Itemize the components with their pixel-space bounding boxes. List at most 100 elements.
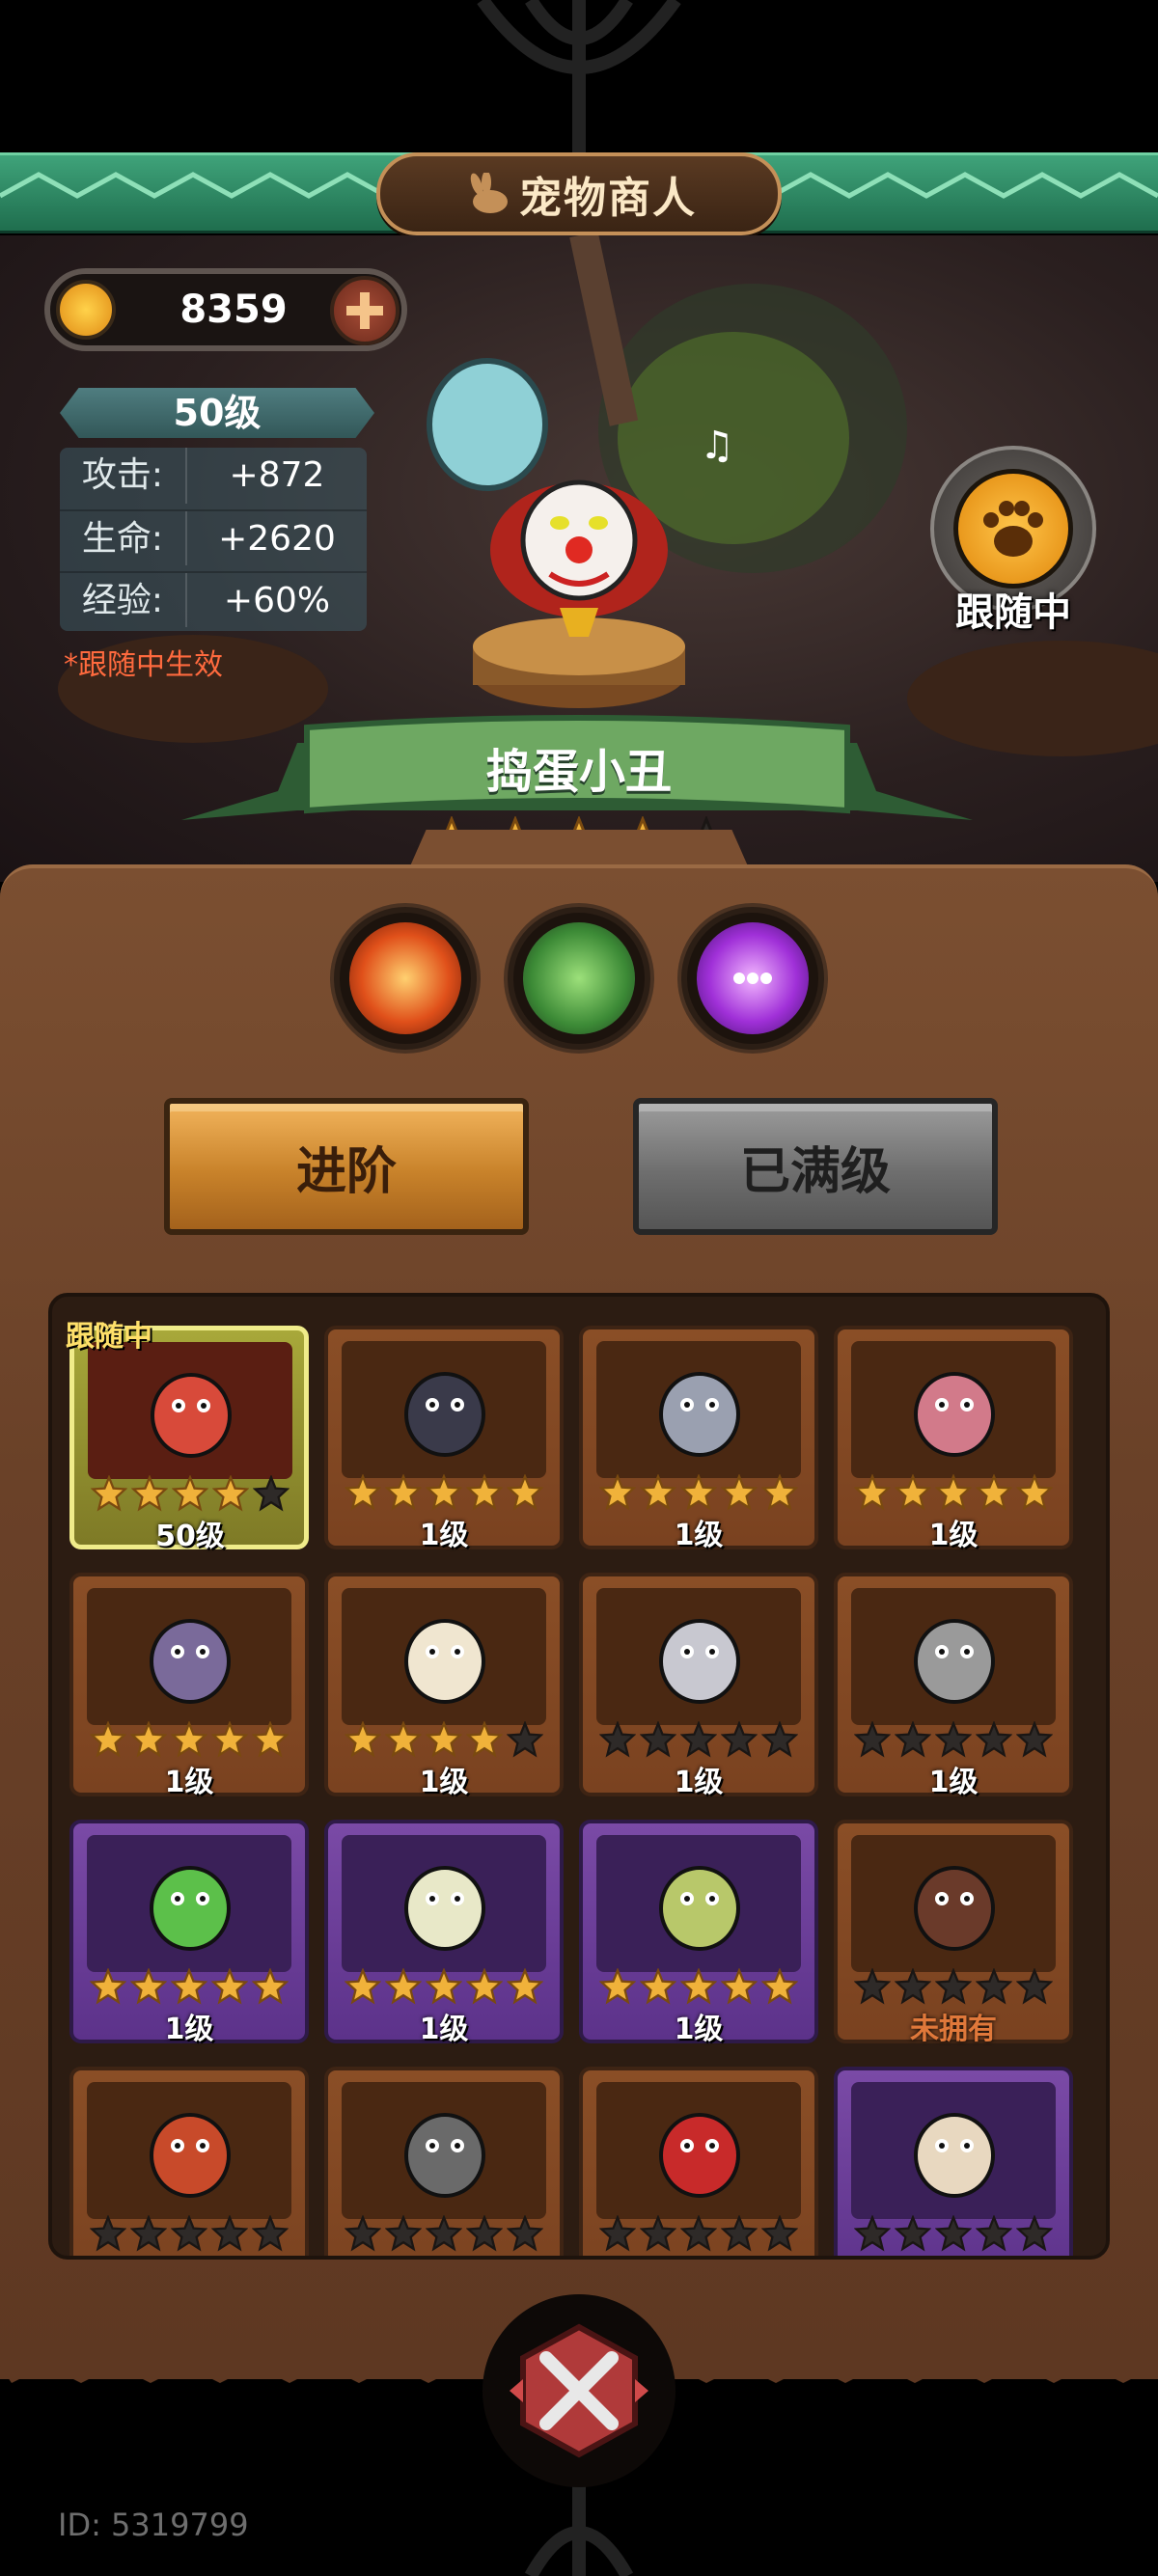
pet-card-level: 1级 (674, 1766, 724, 1799)
pet-card-level: 1级 (674, 2013, 724, 2046)
star-empty-icon (171, 2215, 207, 2252)
pet-card-stars (593, 1721, 805, 1760)
pet-card-masked-knight-pet[interactable]: 1级 (69, 1573, 309, 1799)
pet-card-level: 未拥有 (910, 2013, 997, 2046)
star-filled-icon (640, 1474, 676, 1511)
star-empty-icon (507, 1721, 543, 1758)
pet-card-crow-pet[interactable]: 1级 (324, 1326, 564, 1552)
star-filled-icon (211, 1721, 248, 1758)
star-filled-icon (345, 1968, 381, 2005)
pet-card-stars (593, 1968, 805, 2007)
pet-card-chicken-pet[interactable]: 未拥有 (834, 2067, 1073, 2256)
star-filled-icon (640, 1968, 676, 2005)
pet-card-ronin-goose-pet[interactable]: 1级 (324, 1573, 564, 1799)
pet-card-stars (847, 1474, 1060, 1513)
star-empty-icon (253, 1475, 290, 1512)
star-filled-icon (211, 1968, 248, 2005)
pet-card-stars (338, 1968, 550, 2007)
add-coins-button[interactable] (330, 276, 400, 345)
follow-status-label: 跟随中 (955, 590, 1071, 635)
star-empty-icon (507, 2215, 543, 2252)
star-filled-icon (680, 1968, 717, 2005)
star-empty-icon (935, 1968, 972, 2005)
pet-card-level: 未拥有 (328, 2252, 560, 2256)
green-frog-pet-portrait (150, 1866, 231, 1951)
star-empty-icon (130, 2215, 167, 2252)
star-empty-icon (599, 2215, 636, 2252)
pet-card-level: 1级 (419, 1766, 469, 1799)
pet-card-robot-spider-pet[interactable]: 1级 (579, 1326, 818, 1552)
max-level-button[interactable]: 已满级 (633, 1098, 998, 1235)
coin-amount: 8359 (179, 288, 288, 332)
pet-card-clown-pet[interactable]: 50级 (69, 1326, 309, 1553)
star-filled-icon (212, 1475, 249, 1512)
pet-card-level: 1级 (419, 2013, 469, 2046)
pet-card-daruma-pet[interactable]: 未拥有 (579, 2067, 818, 2256)
star-filled-icon (385, 1721, 422, 1758)
star-filled-icon (426, 1474, 462, 1511)
pet-card-level: 未拥有 (583, 2252, 814, 2256)
star-empty-icon (895, 2215, 931, 2252)
star-filled-icon (466, 1721, 503, 1758)
green-claw-icon (523, 922, 635, 1034)
star-empty-icon (1016, 2215, 1053, 2252)
star-filled-icon (761, 1968, 798, 2005)
pet-card-stars (847, 2215, 1060, 2254)
star-filled-icon (895, 1474, 931, 1511)
metal-arm-pet-portrait (659, 1619, 740, 1704)
star-filled-icon (131, 1475, 168, 1512)
stat-label: 经验: (81, 581, 164, 620)
pet-card-stars (83, 1721, 295, 1760)
pet-stats-table: 攻击: +872 生命: +2620 经验: +60% (60, 448, 367, 631)
skill-3-button[interactable] (681, 907, 824, 1050)
star-filled-icon (90, 1968, 126, 2005)
selected-pet-name: 捣蛋小丑 (485, 745, 672, 799)
coin-icon (56, 280, 116, 340)
pet-card-diver-pig-pet[interactable]: 1级 (834, 1573, 1073, 1799)
clown-pet-display: ♫ (427, 358, 734, 708)
star-filled-icon (345, 1474, 381, 1511)
skill-2-button[interactable] (508, 907, 650, 1050)
star-empty-icon (466, 2215, 503, 2252)
star-empty-icon (680, 2215, 717, 2252)
star-empty-icon (252, 2215, 289, 2252)
ronin-goose-pet-portrait (404, 1619, 485, 1704)
star-filled-icon (130, 1721, 167, 1758)
pet-card-green-frog-pet[interactable]: 1级 (69, 1820, 309, 2046)
star-filled-icon (130, 1968, 167, 2005)
star-filled-icon (90, 1721, 126, 1758)
stat-row-exp: 经验: +60% (60, 571, 367, 627)
pet-card-owl-monster-pet[interactable]: 1级 (579, 1820, 818, 2046)
star-empty-icon (599, 1721, 636, 1758)
star-filled-icon (721, 1968, 758, 2005)
star-filled-icon (385, 1474, 422, 1511)
skill-1-button[interactable] (334, 907, 477, 1050)
star-empty-icon (895, 1721, 931, 1758)
star-filled-icon (385, 1968, 422, 2005)
pet-card-level: 未拥有 (838, 2252, 1069, 2256)
advance-button[interactable]: 进阶 (164, 1098, 529, 1235)
pet-card-mimic-chest-pet[interactable]: 未拥有 (834, 1820, 1073, 2046)
rabbit-icon (470, 173, 508, 213)
star-empty-icon (426, 2215, 462, 2252)
star-filled-icon (172, 1475, 208, 1512)
pet-card-stars (84, 1475, 296, 1514)
following-tag: 跟随中 (66, 1320, 152, 1354)
currency-display: 8359 (44, 268, 407, 351)
pet-card-metal-arm-pet[interactable]: 1级 (579, 1573, 818, 1799)
pet-card-egg-chick-pet[interactable]: 1级 (324, 1820, 564, 2046)
star-empty-icon (680, 1721, 717, 1758)
title-text: 宠物商人 (519, 174, 697, 223)
crow-pet-portrait (404, 1372, 485, 1457)
robot-spider-pet-portrait (659, 1372, 740, 1457)
clown-pet-portrait (151, 1373, 232, 1458)
helmet-knight-pet-portrait (404, 2113, 485, 2198)
pet-card-pink-bear-pet[interactable]: 1级 (834, 1326, 1073, 1552)
star-empty-icon (345, 2215, 381, 2252)
pet-card-helmet-knight-pet[interactable]: 未拥有 (324, 2067, 564, 2256)
pet-card-red-dragon-pet[interactable]: 未拥有 (69, 2067, 309, 2256)
star-filled-icon (171, 1721, 207, 1758)
close-x-icon[interactable] (510, 2321, 648, 2460)
star-empty-icon (854, 1968, 891, 2005)
star-empty-icon (721, 2215, 758, 2252)
